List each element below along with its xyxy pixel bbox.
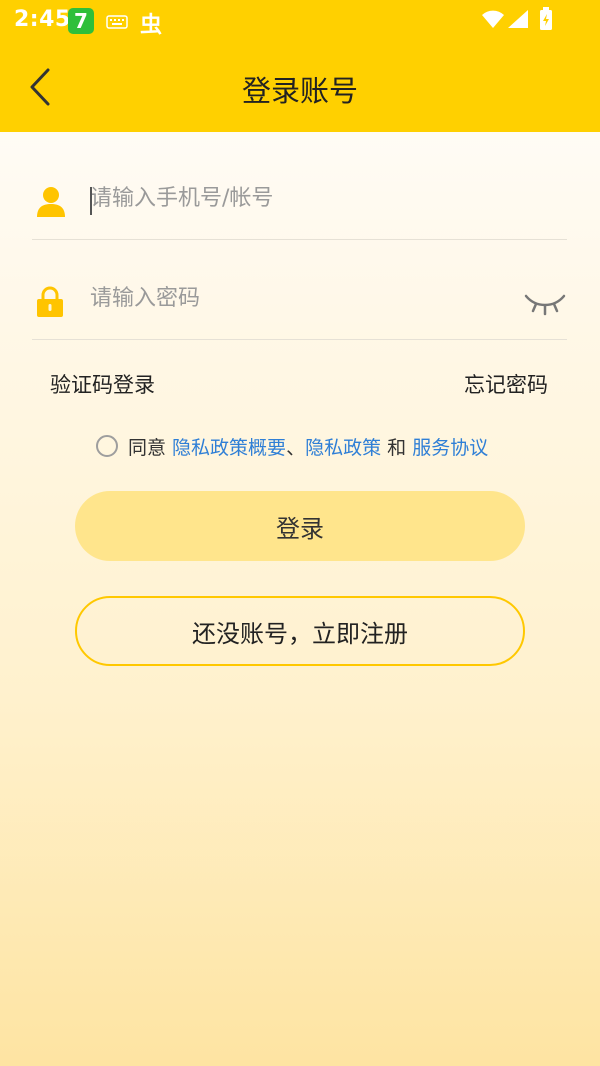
agreement-checkbox[interactable]: [96, 435, 118, 457]
header-bar: 登录账号: [0, 42, 600, 132]
keyboard-icon: [106, 14, 128, 33]
agreement-and: 和: [381, 436, 413, 459]
account-input[interactable]: [90, 180, 490, 216]
password-field: [32, 250, 567, 340]
sms-login-link[interactable]: 验证码登录: [50, 369, 155, 399]
password-input[interactable]: [90, 280, 490, 316]
wifi-icon: [481, 9, 505, 33]
agreement-row: 同意 隐私政策概要 、 隐私政策 和 服务协议: [96, 432, 488, 460]
status-bar: 2:45 7 虫: [0, 0, 600, 42]
privacy-summary-link[interactable]: 隐私政策概要: [172, 433, 286, 460]
signal-icon: [507, 9, 529, 33]
eye-closed-icon[interactable]: [524, 292, 566, 320]
account-field: [32, 150, 567, 240]
page-title: 登录账号: [241, 74, 358, 108]
register-button[interactable]: 还没账号，立即注册: [75, 596, 525, 666]
agreement-separator: 、: [286, 436, 306, 459]
privacy-policy-link[interactable]: 隐私政策: [305, 433, 381, 460]
status-time: 2:45: [14, 7, 71, 32]
lock-icon: [36, 286, 64, 322]
text-cursor: [90, 187, 92, 215]
agreement-prefix: 同意: [128, 436, 173, 459]
bug-icon: 虫: [140, 13, 163, 38]
service-agreement-link[interactable]: 服务协议: [412, 433, 488, 460]
forgot-password-link[interactable]: 忘记密码: [464, 369, 548, 399]
login-button[interactable]: 登录: [75, 491, 525, 561]
user-icon: [36, 186, 66, 222]
app-notification-icon: 7: [68, 8, 94, 34]
battery-icon: [539, 7, 553, 35]
